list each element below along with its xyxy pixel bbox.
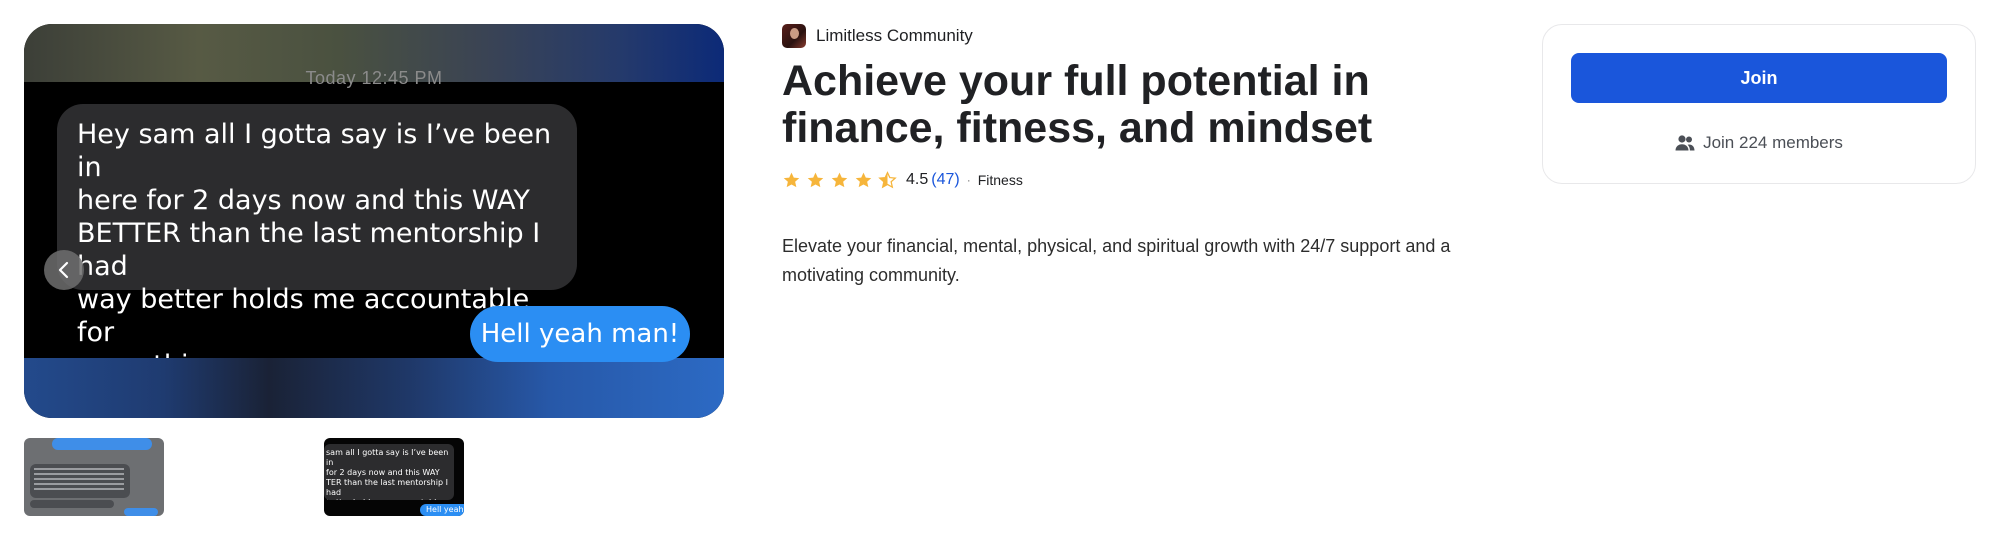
join-card: Join Join 224 members [1542,24,1976,184]
gallery-thumbnail-2[interactable]: sam all I gotta say is I’ve been in for … [324,438,464,516]
thumbnail-bubble [30,500,114,508]
separator-dot: · [966,173,971,187]
star-icon [831,172,848,187]
image-bottom-band [24,358,724,418]
star-icon [855,172,872,187]
thumbnail-bubble [124,508,158,516]
rating-value: 4.5 [906,171,929,188]
star-rating [782,170,902,190]
thumbnail-bubble [52,438,152,450]
community-avatar [782,24,806,48]
community-header[interactable]: Limitless Community [782,24,973,48]
gallery-prev-button[interactable] [44,250,84,290]
star-icon [807,172,824,187]
thumbnail-text-lines [34,468,124,470]
review-count-link[interactable]: (47) [931,171,959,189]
members-count-label: Join 224 members [1703,133,1843,152]
join-button[interactable]: Join [1571,53,1947,103]
incoming-message-bubble: Hey sam all I gotta say is I’ve been in … [57,104,577,381]
star-half-icon [878,170,897,188]
message-timestamp: Today 12:45 PM [305,68,443,88]
category-link[interactable]: Fitness [978,172,1023,188]
gallery-main-image[interactable]: Today 12:45 PM Hey sam all I gotta say i… [24,24,724,418]
thumbnail-incoming-bubble: sam all I gotta say is I’ve been in for … [324,444,454,500]
outgoing-message-bubble: Hell yeah man! [470,306,690,362]
page-title: Achieve your full potential in finance, … [782,57,1373,152]
chevron-left-icon [58,261,69,279]
thumbnail-outgoing-bubble: Hell yeah m [420,504,464,516]
community-name: Limitless Community [816,26,973,45]
users-icon [1675,135,1695,151]
star-icon [783,172,800,187]
gallery-thumbnail-1[interactable] [24,438,164,516]
community-description: Elevate your financial, mental, physical… [782,236,1451,285]
members-row: Join 224 members [1543,133,1975,153]
rating-row: 4.5 (47) · Fitness [782,168,1023,192]
